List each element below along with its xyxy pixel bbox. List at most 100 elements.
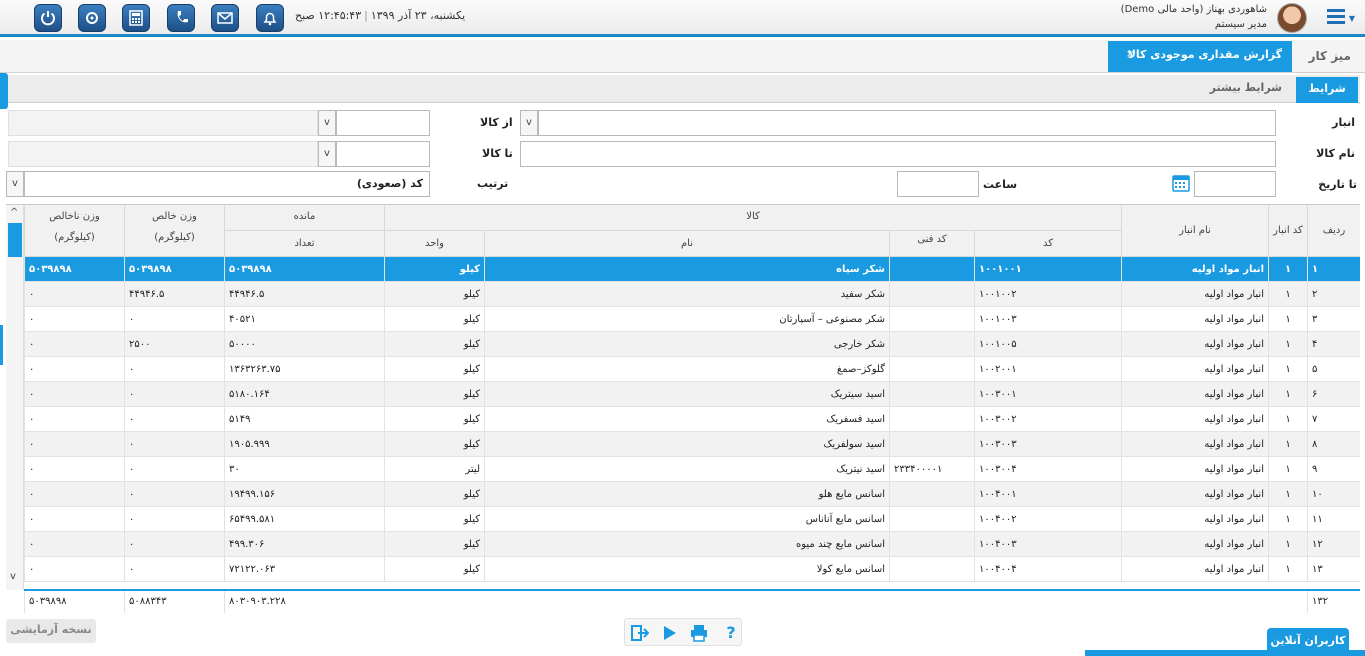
cell-code: ۱۰۰۳۰۰۴ bbox=[974, 457, 1121, 482]
tab-more-conditions[interactable]: شرایط بیشتر bbox=[1210, 81, 1282, 94]
warehouse-field[interactable] bbox=[538, 110, 1276, 136]
table-row[interactable]: ۹ ۱ انبار مواد اولیه ۱۰۰۳۰۰۴ ۲۳۳۴۰۰۰۰۱ اسید ن… bbox=[24, 457, 1360, 482]
table-row[interactable]: ۳ ۱ انبار مواد اولیه ۱۰۰۱۰۰۳ شکر مصنوعی – آس… bbox=[24, 307, 1360, 332]
mail-button[interactable] bbox=[211, 4, 239, 32]
main-menu-button[interactable]: ▼ bbox=[1327, 9, 1355, 27]
header-net-weight[interactable]: وزن خالص (کیلوگرم) bbox=[124, 205, 224, 257]
header-warehouse-code[interactable]: کد انبار bbox=[1268, 205, 1307, 257]
side-panel-handle[interactable] bbox=[0, 73, 8, 109]
total-count: ۱۳۲ bbox=[1307, 591, 1360, 613]
table-row[interactable]: ۸ ۱ انبار مواد اولیه ۱۰۰۳۰۰۳ اسید سولفریک کیل… bbox=[24, 432, 1360, 457]
cell-warehouse-code: ۱ bbox=[1268, 357, 1307, 382]
table-row[interactable]: ۴ ۱ انبار مواد اولیه ۱۰۰۱۰۰۵ شکر خارجی کیلو ۵۰… bbox=[24, 332, 1360, 357]
cell-row-number: ۵ bbox=[1307, 357, 1360, 382]
from-item-label: از کالا bbox=[480, 116, 513, 129]
cell-gross-weight: ۰ bbox=[24, 432, 124, 457]
power-button[interactable] bbox=[34, 4, 62, 32]
header-warehouse-name[interactable]: نام انبار bbox=[1121, 205, 1268, 257]
calculator-icon bbox=[129, 10, 143, 26]
cell-name: شکر خارجی bbox=[484, 332, 889, 357]
to-item-dropdown[interactable]: v bbox=[318, 141, 336, 167]
table-row[interactable]: ۱۲ ۱ انبار مواد اولیه ۱۰۰۴۰۰۳ اسانس مایع چند… bbox=[24, 532, 1360, 557]
notifications-button[interactable] bbox=[256, 4, 284, 32]
close-icon[interactable]: × bbox=[1126, 49, 1134, 60]
online-users-bar bbox=[1085, 650, 1365, 656]
cell-code: ۱۰۰۳۰۰۱ bbox=[974, 382, 1121, 407]
cell-tech-code bbox=[889, 257, 974, 282]
cell-name: اسید فسفریک bbox=[484, 407, 889, 432]
header-unit[interactable]: واحد bbox=[384, 231, 484, 257]
cell-row-number: ۱۱ bbox=[1307, 507, 1360, 532]
cell-tech-code bbox=[889, 382, 974, 407]
cell-code: ۱۰۰۱۰۰۳ bbox=[974, 307, 1121, 332]
cell-row-number: ۴ bbox=[1307, 332, 1360, 357]
tab-conditions[interactable]: شرایط bbox=[1296, 77, 1358, 103]
total-net-weight: ۵۰۸۸۳۴۳ bbox=[124, 591, 224, 613]
time-field[interactable] bbox=[897, 171, 979, 197]
play-icon[interactable] bbox=[659, 623, 679, 643]
cell-code: ۱۰۰۴۰۰۲ bbox=[974, 507, 1121, 532]
cell-gross-weight: ۰ bbox=[24, 482, 124, 507]
table-row[interactable]: ۱ ۱ انبار مواد اولیه ۱۰۰۱۰۰۱ شکر سیاه کیلو ۵۰۳… bbox=[24, 257, 1360, 282]
table-row[interactable]: ۵ ۱ انبار مواد اولیه ۱۰۰۲۰۰۱ گلوکز–صمغ کیلو ۱۳… bbox=[24, 357, 1360, 382]
table-row[interactable]: ۱۱ ۱ انبار مواد اولیه ۱۰۰۴۰۰۲ اسانس مایع آنا… bbox=[24, 507, 1360, 532]
header-name[interactable]: نام bbox=[484, 231, 889, 257]
table-row[interactable]: ۲ ۱ انبار مواد اولیه ۱۰۰۱۰۰۲ شکر سفید کیلو ۴۴۹… bbox=[24, 282, 1360, 307]
sort-select[interactable]: کد (صعودی) bbox=[24, 171, 430, 197]
header-tech-code[interactable]: کد فنی bbox=[889, 231, 974, 257]
cell-tech-code bbox=[889, 557, 974, 582]
avatar[interactable] bbox=[1277, 3, 1307, 33]
table-row[interactable]: ۶ ۱ انبار مواد اولیه ۱۰۰۳۰۰۱ اسید سیتریک کیلو… bbox=[24, 382, 1360, 407]
cell-quantity: ۵۰۰۰۰ bbox=[224, 332, 384, 357]
scroll-thumb[interactable] bbox=[8, 223, 22, 257]
cell-gross-weight: ۰ bbox=[24, 532, 124, 557]
header-net-weight-label: وزن خالص bbox=[152, 211, 197, 222]
from-item-dropdown[interactable]: v bbox=[318, 110, 336, 136]
header-quantity[interactable]: تعداد bbox=[224, 231, 384, 257]
cell-name: گلوکز–صمغ bbox=[484, 357, 889, 382]
cell-quantity: ۶۵۴۹۹.۵۸۱ bbox=[224, 507, 384, 532]
cell-net-weight: ۰ bbox=[124, 407, 224, 432]
cell-warehouse-code: ۱ bbox=[1268, 482, 1307, 507]
to-item-field[interactable] bbox=[336, 141, 430, 167]
cell-warehouse-name: انبار مواد اولیه bbox=[1121, 457, 1268, 482]
scroll-up-icon[interactable]: ^ bbox=[10, 207, 18, 218]
from-item-field[interactable] bbox=[336, 110, 430, 136]
cell-gross-weight: ۰ bbox=[24, 557, 124, 582]
demo-badge: نسخه آزمایشی bbox=[6, 619, 96, 643]
cell-code: ۱۰۰۱۰۰۵ bbox=[974, 332, 1121, 357]
table-row[interactable]: ۱۳ ۱ انبار مواد اولیه ۱۰۰۴۰۰۴ اسانس مایع کول… bbox=[24, 557, 1360, 582]
calculator-button[interactable] bbox=[122, 4, 150, 32]
cell-warehouse-name: انبار مواد اولیه bbox=[1121, 257, 1268, 282]
table-row[interactable]: ۷ ۱ انبار مواد اولیه ۱۰۰۳۰۰۲ اسید فسفریک کیلو… bbox=[24, 407, 1360, 432]
datetime: یکشنبه، ۲۳ آذر ۱۳۹۹|۱۲:۴۵:۴۳ صبح bbox=[295, 9, 466, 22]
cell-gross-weight: ۰ bbox=[24, 382, 124, 407]
help-icon[interactable]: ? bbox=[721, 623, 741, 643]
header-code[interactable]: کد bbox=[974, 231, 1121, 257]
cell-row-number: ۱ bbox=[1307, 257, 1360, 282]
cell-unit: کیلو bbox=[384, 407, 484, 432]
scroll-down-icon[interactable]: v bbox=[10, 571, 16, 582]
sort-dropdown[interactable]: v bbox=[6, 171, 24, 197]
print-icon[interactable] bbox=[689, 623, 709, 643]
tab-report[interactable]: گزارش مقداری موجودی کالا × bbox=[1108, 41, 1292, 72]
header-row-number[interactable]: ردیف bbox=[1307, 205, 1360, 257]
phone-button[interactable] bbox=[167, 4, 195, 32]
cell-name: اسید سولفریک bbox=[484, 432, 889, 457]
tab-desk[interactable]: میز کار bbox=[1309, 49, 1351, 63]
item-name-field[interactable] bbox=[520, 141, 1276, 167]
cell-unit: کیلو bbox=[384, 482, 484, 507]
cell-quantity: ۷۲۱۲۲.۰۶۳ bbox=[224, 557, 384, 582]
calendar-icon[interactable] bbox=[1171, 173, 1191, 193]
settings-button[interactable] bbox=[78, 4, 106, 32]
cell-warehouse-code: ۱ bbox=[1268, 432, 1307, 457]
vertical-scrollbar[interactable]: ^ v bbox=[6, 205, 24, 590]
header-gross-weight[interactable]: وزن ناخالص (کیلوگرم) bbox=[24, 205, 124, 257]
totals-row: ۱۳۲ ۸۰۳۰۹۰۳.۲۲۸ ۵۰۸۸۳۴۳ ۵۰۳۹۸۹۸ bbox=[24, 589, 1360, 613]
to-date-field[interactable] bbox=[1194, 171, 1276, 197]
cell-unit: کیلو bbox=[384, 432, 484, 457]
exit-icon[interactable] bbox=[629, 623, 649, 643]
cell-gross-weight: ۰ bbox=[24, 282, 124, 307]
table-row[interactable]: ۱۰ ۱ انبار مواد اولیه ۱۰۰۴۰۰۱ اسانس مایع هلو… bbox=[24, 482, 1360, 507]
warehouse-dropdown[interactable]: v bbox=[520, 110, 538, 136]
